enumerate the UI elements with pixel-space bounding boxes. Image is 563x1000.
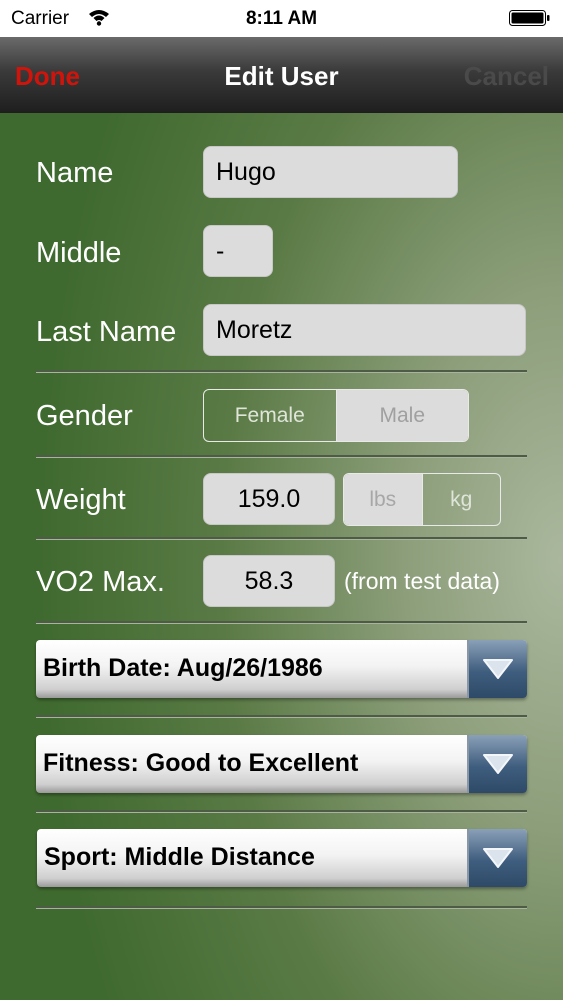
navigation-bar: Done Edit User Cancel — [0, 37, 563, 113]
sport-label: Sport: Middle Distance — [44, 843, 315, 871]
name-value: Hugo — [216, 157, 276, 186]
chevron-down-icon — [483, 754, 513, 774]
birth-date-dropdown-button[interactable] — [467, 640, 527, 698]
middle-label: Middle — [36, 237, 122, 269]
unit-kg-option[interactable]: kg — [421, 474, 501, 525]
birth-date-label: Birth Date: Aug/26/1986 — [43, 654, 323, 682]
last-name-field[interactable]: Moretz — [203, 304, 526, 356]
name-label: Name — [36, 157, 114, 189]
divider — [36, 810, 527, 813]
name-field[interactable]: Hugo — [203, 146, 458, 198]
fitness-dropdown[interactable]: Fitness: Good to Excellent — [36, 735, 527, 793]
status-bar: Carrier 8:11 AM — [0, 0, 563, 37]
chevron-down-icon — [483, 848, 513, 868]
sport-dropdown-button[interactable] — [467, 829, 527, 887]
vo2-note: (from test data) — [344, 568, 500, 594]
divider — [36, 455, 527, 458]
divider — [36, 715, 527, 718]
divider — [36, 370, 527, 373]
vo2-field[interactable]: 58.3 — [203, 555, 335, 607]
divider — [36, 537, 527, 540]
gender-segmented-control[interactable]: Female Male — [203, 389, 469, 442]
vo2-label: VO2 Max. — [36, 566, 165, 598]
weight-value: 159.0 — [237, 484, 301, 513]
last-name-label: Last Name — [36, 316, 177, 348]
last-name-value: Moretz — [216, 315, 293, 344]
birth-date-dropdown[interactable]: Birth Date: Aug/26/1986 — [36, 640, 527, 698]
weight-field[interactable]: 159.0 — [203, 473, 335, 525]
edit-user-screen: Carrier 8:11 AM Done Edit User Cancel Na… — [0, 0, 563, 1000]
weight-label: Weight — [36, 484, 126, 516]
battery-icon — [509, 10, 550, 26]
middle-value: - — [216, 236, 225, 265]
divider — [36, 621, 527, 624]
chevron-down-icon — [483, 659, 513, 679]
fitness-label: Fitness: Good to Excellent — [43, 749, 359, 777]
middle-field[interactable]: - — [203, 225, 273, 277]
gender-male-option[interactable]: Male — [335, 390, 468, 441]
gender-label: Gender — [36, 400, 133, 432]
sport-dropdown[interactable]: Sport: Middle Distance — [37, 829, 527, 887]
gender-female-option[interactable]: Female — [204, 390, 336, 441]
unit-lbs-option[interactable]: lbs — [344, 474, 422, 525]
divider — [36, 906, 527, 909]
status-time: 8:11 AM — [245, 8, 318, 29]
vo2-value: 58.3 — [244, 566, 294, 595]
cancel-button[interactable]: Cancel — [464, 61, 549, 92]
weight-unit-segmented-control[interactable]: lbs kg — [343, 473, 501, 526]
fitness-dropdown-button[interactable] — [467, 735, 527, 793]
